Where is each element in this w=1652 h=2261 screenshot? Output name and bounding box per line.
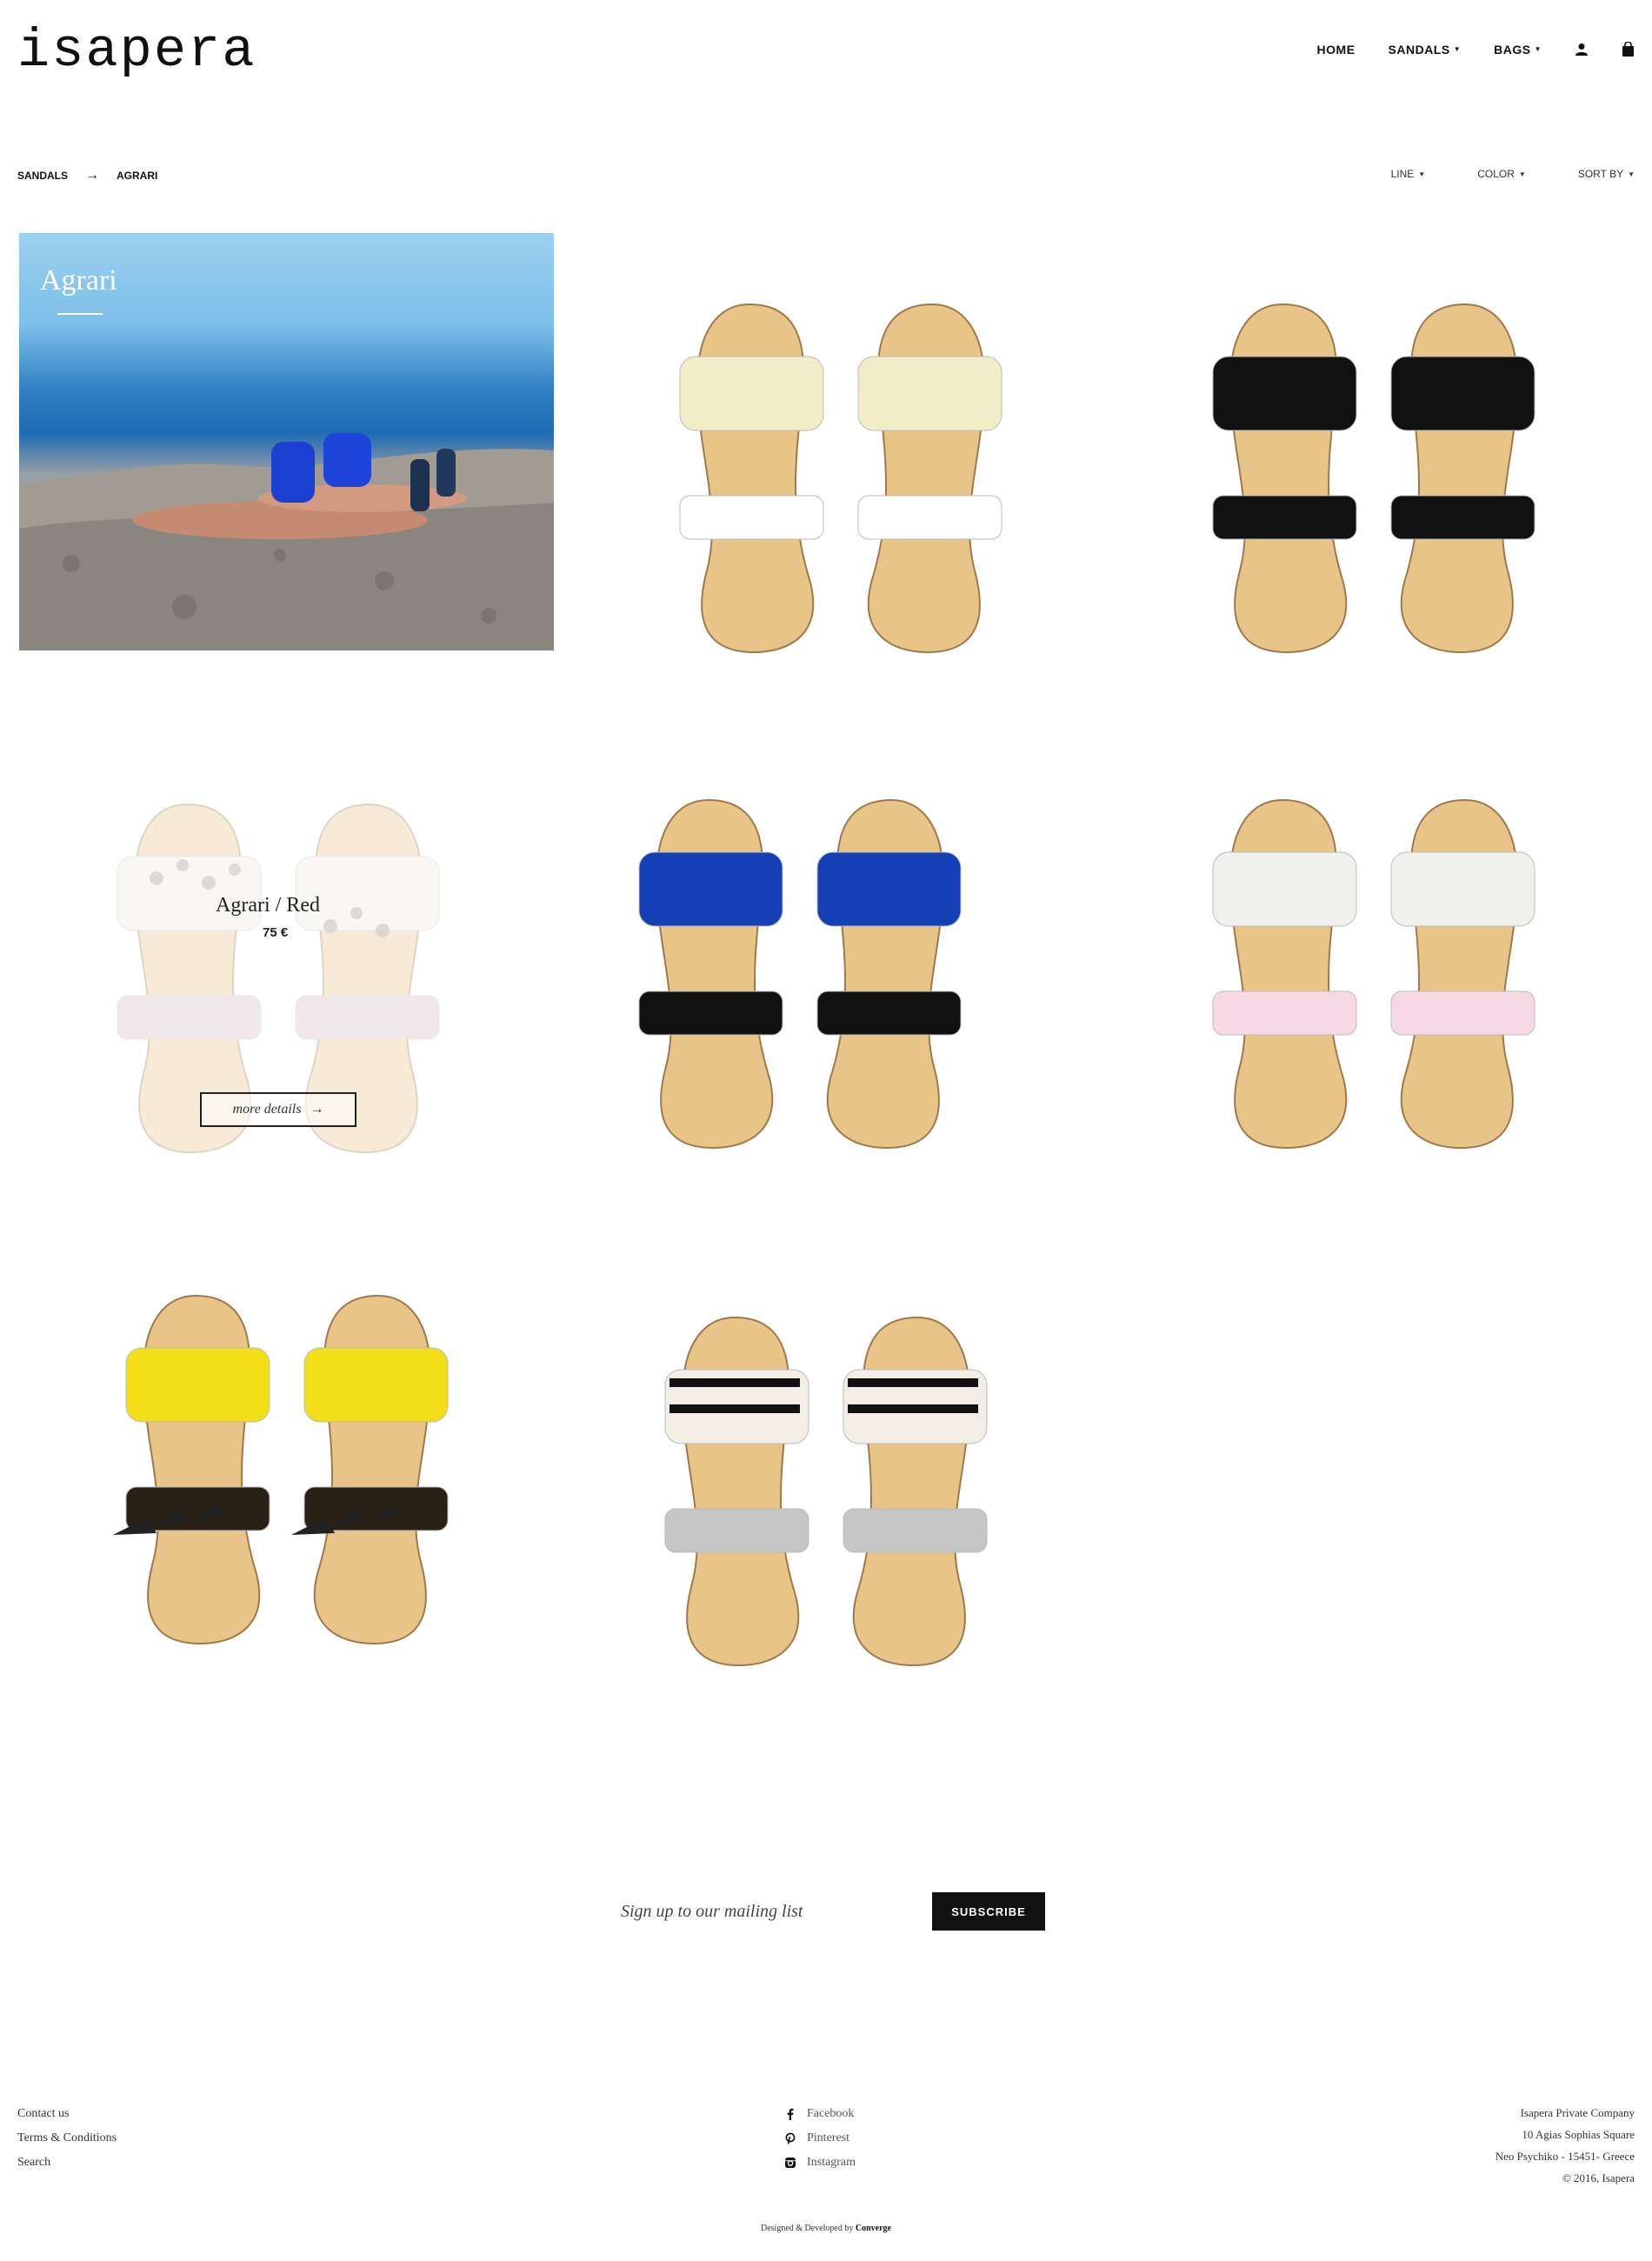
footer-link-terms[interactable]: Terms & Conditions <box>17 2131 117 2144</box>
product-card[interactable] <box>658 296 1023 661</box>
instagram-icon <box>785 2158 796 2168</box>
left-sandal <box>1212 303 1357 654</box>
right-sandal <box>857 303 1003 654</box>
more-details-label: more details <box>232 1102 302 1117</box>
nav-home-label: HOME <box>1316 42 1356 57</box>
hero-title: Agrari <box>40 264 117 297</box>
nav-sandals-label: SANDALS <box>1388 42 1450 57</box>
filter-sort-label: SORT BY <box>1577 168 1624 180</box>
nav-bags[interactable]: BAGS ▼ <box>1494 43 1542 57</box>
right-sandal <box>843 1316 988 1667</box>
breadcrumb-sandals[interactable]: SANDALS <box>17 170 68 182</box>
address-line: Neo Psychiko - 15451- Greece <box>1495 2150 1635 2163</box>
product-price: 75 € <box>263 925 289 940</box>
collection-hero-image: Agrari <box>19 233 554 650</box>
right-sandal <box>303 1294 449 1645</box>
filter-color[interactable]: COLOR ▼ <box>1477 168 1526 180</box>
social-pinterest[interactable]: Pinterest <box>784 2126 856 2151</box>
nav-sandals[interactable]: SANDALS ▼ <box>1389 43 1462 57</box>
product-card[interactable] <box>1191 296 1556 661</box>
nav-bags-label: BAGS <box>1494 42 1531 57</box>
breadcrumb-current: AGRARI <box>117 170 158 182</box>
pinterest-icon <box>785 2132 796 2144</box>
newsletter-form: SUBSCRIBE <box>619 1891 1045 1931</box>
left-sandal <box>1212 798 1357 1150</box>
product-card[interactable] <box>643 1309 1009 1674</box>
left-sandal <box>679 303 824 654</box>
footer-address: Isapera Private Company 10 Agias Sophias… <box>1495 2102 1635 2189</box>
copyright: © 2016, Isapera <box>1562 2171 1635 2184</box>
site-logo[interactable]: isapera <box>17 24 256 78</box>
chevron-down-icon: ▼ <box>1418 170 1426 178</box>
filter-bar: LINE ▼ COLOR ▼ SORT BY ▼ <box>1391 168 1635 180</box>
address-line: Isapera Private Company <box>1520 2106 1635 2119</box>
bag-icon[interactable] <box>1622 42 1635 57</box>
social-instagram[interactable]: Instagram <box>784 2151 856 2175</box>
left-sandal <box>664 1316 809 1667</box>
chevron-down-icon: ▼ <box>1534 45 1542 53</box>
footer-link-contact[interactable]: Contact us <box>17 2107 70 2120</box>
left-sandal <box>638 798 783 1150</box>
filter-line-label: LINE <box>1390 168 1415 180</box>
rock-illustration <box>19 433 554 650</box>
right-sandal <box>816 798 962 1150</box>
left-sandal <box>125 1294 270 1645</box>
footer-social: Facebook Pinterest Instagram <box>784 2102 856 2175</box>
chevron-down-icon: ▼ <box>1518 170 1526 178</box>
filter-color-label: COLOR <box>1477 168 1515 180</box>
credit-prefix: Designed & Developed by <box>761 2224 854 2233</box>
right-sandal <box>1390 798 1535 1150</box>
footer-link-search[interactable]: Search <box>17 2156 50 2169</box>
social-facebook[interactable]: Facebook <box>784 2102 856 2126</box>
credit-link[interactable]: Converge <box>856 2224 891 2233</box>
social-pinterest-label: Pinterest <box>807 2131 849 2144</box>
more-details-button[interactable]: more details → <box>200 1092 356 1127</box>
footer-links: Contact us Terms & Conditions Search <box>17 2102 117 2175</box>
address-line: 10 Agias Sophias Square <box>1522 2128 1635 2141</box>
social-facebook-label: Facebook <box>807 2107 855 2120</box>
subscribe-button[interactable]: SUBSCRIBE <box>932 1892 1045 1931</box>
breadcrumb: SANDALS → AGRARI <box>17 168 157 183</box>
nav-home[interactable]: HOME <box>1317 43 1356 57</box>
product-card[interactable] <box>617 791 983 1157</box>
newsletter-email-input[interactable] <box>619 1900 901 1923</box>
chevron-down-icon: ▼ <box>1453 45 1462 53</box>
chevron-down-icon: ▼ <box>1628 170 1635 178</box>
hero-divider <box>57 313 103 315</box>
right-sandal <box>1390 303 1535 654</box>
facebook-icon <box>787 2108 794 2120</box>
arrow-right-icon: → <box>310 1102 324 1117</box>
filter-line[interactable]: LINE ▼ <box>1391 168 1426 180</box>
footer-credit: Designed & Developed by Converge <box>0 2224 1652 2233</box>
product-name: Agrari / Red <box>216 894 320 917</box>
product-card[interactable] <box>104 1287 470 1652</box>
product-card[interactable] <box>1191 791 1556 1157</box>
social-instagram-label: Instagram <box>807 2156 856 2169</box>
filter-sort[interactable]: SORT BY ▼ <box>1578 168 1635 180</box>
top-navigation: HOME SANDALS ▼ BAGS ▼ <box>1317 42 1635 57</box>
arrow-right-icon: → <box>85 168 100 183</box>
user-icon[interactable] <box>1575 43 1589 57</box>
